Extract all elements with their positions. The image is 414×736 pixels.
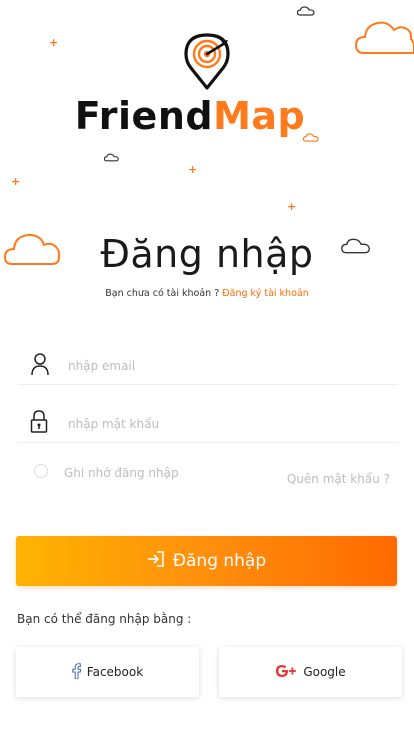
sparkle-plus-icon: + [11, 175, 21, 188]
google-login-button[interactable]: Google [219, 647, 402, 697]
login-button[interactable]: Đăng nhập [16, 536, 397, 586]
cloud-icon [104, 153, 119, 162]
password-field-row [18, 406, 398, 443]
google-label: Google [303, 665, 346, 679]
email-field-row [18, 348, 398, 385]
brand-name: FriendMap [0, 94, 380, 138]
login-button-label: Đăng nhập [172, 551, 267, 571]
forgot-password-link[interactable]: Quên mật khẩu ? [287, 472, 390, 486]
facebook-icon [72, 662, 82, 682]
cloud-icon [297, 6, 315, 16]
facebook-login-button[interactable]: Facebook [16, 647, 199, 697]
email-input[interactable] [66, 354, 370, 378]
register-prompt: Bạn chưa có tài khoản ? Đăng ký tài khoả… [0, 288, 414, 299]
alternative-login-label: Bạn có thể đăng nhập bằng : [17, 612, 192, 626]
app-logo [0, 32, 414, 94]
register-prompt-text: Bạn chưa có tài khoản ? [105, 288, 220, 299]
register-link[interactable]: Đăng ký tài khoản [222, 288, 308, 299]
brand-name-part1: Friend [74, 94, 214, 138]
remember-me-radio[interactable] [34, 464, 48, 478]
remember-me-label: Ghi nhớ đăng nhập [64, 466, 179, 480]
facebook-label: Facebook [86, 665, 144, 679]
sparkle-plus-icon: + [188, 163, 198, 176]
page-title: Đăng nhập [100, 232, 314, 276]
map-pin-target-icon [184, 33, 230, 90]
google-plus-icon [275, 664, 297, 681]
user-icon [30, 352, 50, 380]
password-input[interactable] [66, 412, 370, 436]
lock-icon [30, 410, 48, 438]
brand-name-part2: Map [213, 94, 306, 138]
sparkle-plus-icon: + [287, 200, 297, 213]
login-arrow-icon [147, 550, 165, 573]
